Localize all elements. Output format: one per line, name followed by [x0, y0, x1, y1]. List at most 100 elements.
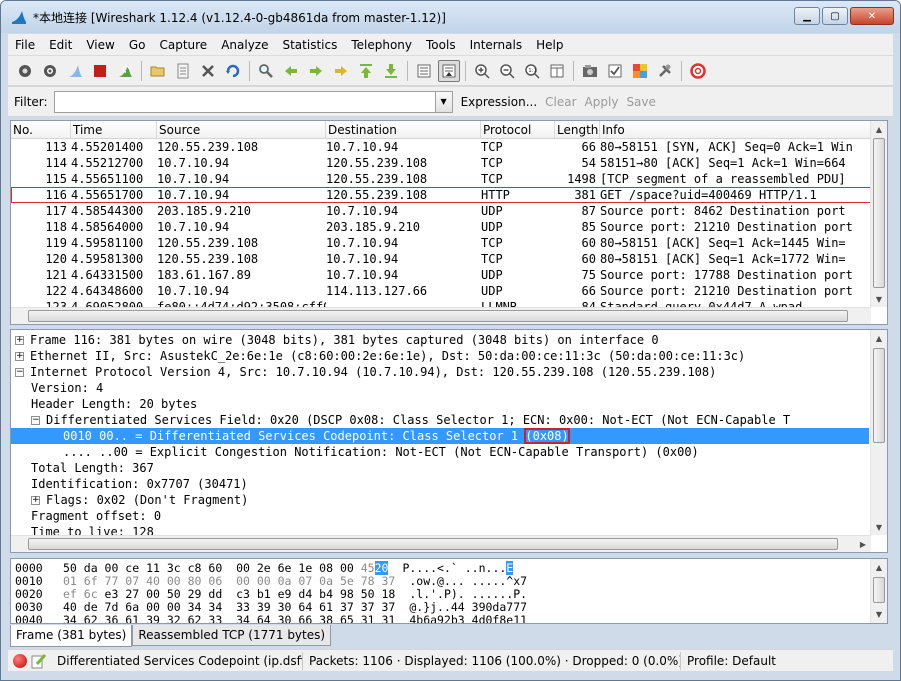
menu-help[interactable]: Help — [529, 38, 570, 52]
scroll-thumb[interactable] — [873, 348, 885, 443]
tab-frame[interactable]: Frame (381 bytes) — [10, 625, 133, 647]
expand-icon[interactable]: + — [15, 352, 24, 361]
bytes-vscrollbar[interactable]: ▲ ▼ — [870, 559, 887, 623]
collapse-icon[interactable]: − — [31, 416, 40, 425]
capture-filters-icon[interactable] — [579, 60, 601, 82]
restart-capture-icon[interactable] — [114, 60, 136, 82]
packet-row[interactable]: 114 4.55212700 10.7.10.94 120.55.239.108 TCP… — [11, 155, 871, 171]
go-to-packet-icon[interactable] — [330, 60, 352, 82]
go-last-icon[interactable] — [380, 60, 402, 82]
colorize-icon[interactable] — [413, 60, 435, 82]
detail-row[interactable]: + Flags: 0x02 (Don't Fragment) — [11, 492, 869, 508]
maximize-button[interactable]: ▢ — [822, 7, 848, 25]
scroll-up-icon[interactable]: ▲ — [871, 559, 887, 575]
interface-list-icon[interactable] — [14, 60, 36, 82]
packet-row[interactable]: 115 4.55651100 10.7.10.94 120.55.239.108 TCP… — [11, 171, 871, 187]
column-header-no[interactable]: No. — [11, 121, 71, 138]
scroll-up-icon[interactable]: ▲ — [871, 121, 887, 137]
packet-list-vscrollbar[interactable]: ▲ ▼ — [870, 121, 887, 307]
detail-row[interactable]: + Ethernet II, Src: AsustekC_2e:6e:1e (c8… — [11, 348, 869, 364]
status-profile[interactable]: Profile: Default — [681, 652, 782, 670]
column-header-info[interactable]: Info — [600, 121, 871, 138]
scroll-thumb[interactable] — [28, 310, 848, 322]
menu-view[interactable]: View — [79, 38, 121, 52]
menu-go[interactable]: Go — [122, 38, 153, 52]
menu-telephony[interactable]: Telephony — [344, 38, 419, 52]
stop-capture-icon[interactable] — [89, 60, 111, 82]
expand-icon[interactable]: + — [15, 336, 24, 345]
tab-reassembled-tcp[interactable]: Reassembled TCP (1771 bytes) — [132, 625, 332, 646]
packet-row[interactable]: 119 4.59581100 120.55.239.108 10.7.10.94 TCP… — [11, 235, 871, 251]
reload-icon[interactable] — [222, 60, 244, 82]
scroll-right-icon[interactable]: ▶ — [855, 536, 871, 552]
detail-row[interactable]: − Differentiated Services Field: 0x20 (DS… — [11, 412, 869, 428]
display-filters-icon[interactable] — [604, 60, 626, 82]
help-icon[interactable] — [687, 60, 709, 82]
preferences-icon[interactable] — [654, 60, 676, 82]
capture-comment-icon[interactable] — [31, 653, 47, 669]
details-hscrollbar[interactable]: ▶ — [11, 535, 871, 552]
packet-row[interactable]: 117 4.58544300 203.185.9.210 10.7.10.94 UDP 8… — [11, 203, 871, 219]
scroll-up-icon[interactable]: ▲ — [871, 330, 887, 346]
minimize-button[interactable]: ▁ — [794, 7, 820, 25]
detail-row[interactable]: .... ..00 = Explicit Congestion Notifica… — [11, 444, 869, 460]
column-header-time[interactable]: Time — [71, 121, 157, 138]
open-file-icon[interactable] — [147, 60, 169, 82]
zoom-normal-icon[interactable]: 1:1 — [521, 60, 543, 82]
packet-row[interactable]: 113 4.55201400 120.55.239.108 10.7.10.94 TCP… — [11, 139, 871, 155]
coloring-rules-icon[interactable] — [629, 60, 651, 82]
scroll-down-icon[interactable]: ▼ — [871, 606, 887, 622]
capture-options-icon[interactable] — [39, 60, 61, 82]
menu-edit[interactable]: Edit — [42, 38, 79, 52]
detail-row[interactable]: Fragment offset: 0 — [11, 508, 869, 524]
expression-button[interactable]: Expression... — [461, 95, 538, 109]
packet-row[interactable]: 121 4.64331500 183.61.167.89 10.7.10.94 UDP 7… — [11, 267, 871, 283]
go-first-icon[interactable] — [355, 60, 377, 82]
menu-capture[interactable]: Capture — [152, 38, 214, 52]
menu-analyze[interactable]: Analyze — [214, 38, 275, 52]
close-button[interactable]: ✕ — [850, 7, 894, 25]
menu-statistics[interactable]: Statistics — [275, 38, 344, 52]
scroll-thumb[interactable] — [873, 138, 885, 288]
expert-info-icon[interactable] — [13, 653, 27, 668]
detail-row[interactable]: Identification: 0x7707 (30471) — [11, 476, 869, 492]
resize-columns-icon[interactable] — [546, 60, 568, 82]
packet-row[interactable]: 118 4.58564000 10.7.10.94 203.185.9.210 UDP 8… — [11, 219, 871, 235]
close-file-icon[interactable] — [197, 60, 219, 82]
detail-row[interactable]: − Internet Protocol Version 4, Src: 10.7.… — [11, 364, 869, 380]
go-forward-icon[interactable] — [305, 60, 327, 82]
column-header-source[interactable]: Source — [157, 121, 326, 138]
save-file-icon[interactable] — [172, 60, 194, 82]
clear-button[interactable]: Clear — [545, 95, 576, 109]
packet-list-hscrollbar[interactable] — [11, 307, 871, 324]
detail-row[interactable]: + Frame 116: 381 bytes on wire (3048 bits… — [11, 332, 869, 348]
expand-icon[interactable]: + — [31, 496, 40, 505]
filter-dropdown-button[interactable]: ▼ — [435, 90, 453, 113]
collapse-icon[interactable]: − — [15, 368, 24, 377]
detail-row[interactable]: Version: 4 — [11, 380, 869, 396]
save-filter-button[interactable]: Save — [626, 95, 655, 109]
menu-tools[interactable]: Tools — [419, 38, 463, 52]
zoom-in-icon[interactable] — [471, 60, 493, 82]
apply-button[interactable]: Apply — [585, 95, 619, 109]
packet-row[interactable]: 122 4.64348600 10.7.10.94 114.113.127.66 UDP… — [11, 283, 871, 299]
detail-row[interactable]: Total Length: 367 — [11, 460, 869, 476]
details-vscrollbar[interactable]: ▲ ▼ — [870, 330, 887, 535]
packet-row[interactable]: 120 4.59581300 120.55.239.108 10.7.10.94 TCP… — [11, 251, 871, 267]
find-packet-icon[interactable] — [255, 60, 277, 82]
scroll-thumb[interactable] — [28, 538, 838, 550]
scroll-down-icon[interactable]: ▼ — [871, 291, 887, 307]
detail-row[interactable]: Header Length: 20 bytes — [11, 396, 869, 412]
auto-scroll-icon[interactable] — [438, 59, 460, 82]
menu-file[interactable]: File — [8, 38, 42, 52]
filter-input[interactable] — [53, 90, 436, 113]
title-bar[interactable]: *本地连接 [Wireshark 1.12.4 (v1.12.4-0-gb486… — [1, 1, 900, 33]
column-header-destination[interactable]: Destination — [326, 121, 481, 138]
scroll-thumb[interactable] — [873, 577, 885, 603]
start-capture-icon[interactable] — [64, 60, 86, 82]
scroll-down-icon[interactable]: ▼ — [871, 519, 887, 535]
go-back-icon[interactable] — [280, 60, 302, 82]
column-header-protocol[interactable]: Protocol — [481, 121, 555, 138]
detail-row[interactable]: 0010 00.. = Differentiated Services Code… — [11, 428, 869, 444]
packet-row[interactable]: 116 4.55651700 10.7.10.94 120.55.239.108 HTT… — [11, 187, 871, 203]
